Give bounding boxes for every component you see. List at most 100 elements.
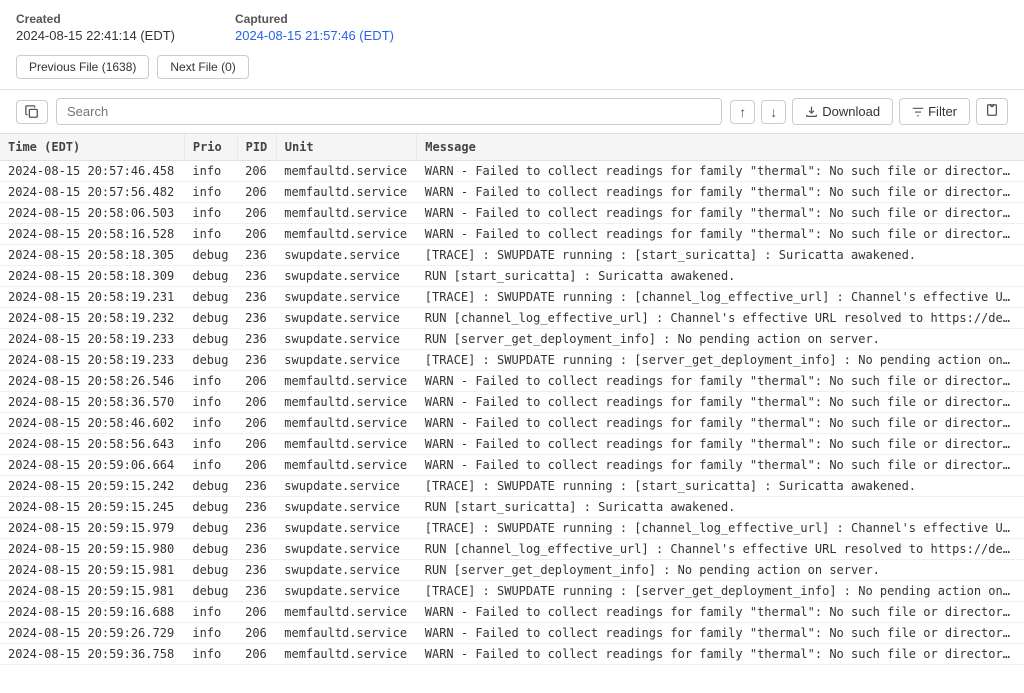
table-row: 2024-08-15 20:59:15.245 debug 236 swupda… — [0, 497, 1024, 518]
cell-pid: 236 — [237, 497, 276, 518]
table-row: 2024-08-15 20:58:06.503 info 206 memfaul… — [0, 203, 1024, 224]
cell-prio: info — [184, 371, 237, 392]
cell-unit: memfaultd.service — [276, 665, 417, 668]
captured-value[interactable]: 2024-08-15 21:57:46 (EDT) — [235, 28, 394, 43]
table-row: 2024-08-15 20:59:16.688 info 206 memfaul… — [0, 602, 1024, 623]
cell-unit: swupdate.service — [276, 581, 417, 602]
cell-pid: 206 — [237, 182, 276, 203]
table-row: 2024-08-15 20:59:15.979 debug 236 swupda… — [0, 518, 1024, 539]
cell-message: [TRACE] : SWUPDATE running : [channel_lo… — [417, 518, 1024, 539]
cell-prio: debug — [184, 560, 237, 581]
cell-pid: 236 — [237, 266, 276, 287]
cell-unit: swupdate.service — [276, 350, 417, 371]
cell-pid: 236 — [237, 329, 276, 350]
cell-time: 2024-08-15 20:59:26.729 — [0, 623, 184, 644]
scroll-up-button[interactable]: ↑ — [730, 100, 755, 124]
download-button[interactable]: Download — [792, 98, 893, 125]
cell-prio: debug — [184, 329, 237, 350]
cell-message: [TRACE] : SWUPDATE running : [channel_lo… — [417, 287, 1024, 308]
cell-unit: swupdate.service — [276, 476, 417, 497]
cell-prio: info — [184, 224, 237, 245]
cell-unit: memfaultd.service — [276, 413, 417, 434]
cell-unit: memfaultd.service — [276, 161, 417, 182]
cell-message: RUN [start_suricatta] : Suricatta awaken… — [417, 266, 1024, 287]
col-unit: Unit — [276, 134, 417, 161]
cell-unit: memfaultd.service — [276, 182, 417, 203]
cell-pid: 236 — [237, 245, 276, 266]
cell-prio: debug — [184, 245, 237, 266]
table-row: 2024-08-15 20:58:19.231 debug 236 swupda… — [0, 287, 1024, 308]
cell-prio: debug — [184, 518, 237, 539]
cell-pid: 206 — [237, 371, 276, 392]
cell-message: WARN - Failed to collect readings for fa… — [417, 413, 1024, 434]
cell-unit: memfaultd.service — [276, 392, 417, 413]
cell-pid: 206 — [237, 224, 276, 245]
cell-unit: swupdate.service — [276, 539, 417, 560]
log-table: Time (EDT) Prio PID Unit Message 2024-08… — [0, 134, 1024, 667]
cell-prio: info — [184, 161, 237, 182]
cell-pid: 206 — [237, 665, 276, 668]
clipboard-button[interactable] — [976, 98, 1008, 125]
table-row: 2024-08-15 20:58:18.309 debug 236 swupda… — [0, 266, 1024, 287]
cell-message: RUN [server_get_deployment_info] : No pe… — [417, 329, 1024, 350]
cell-pid: 206 — [237, 203, 276, 224]
cell-pid: 206 — [237, 623, 276, 644]
scroll-down-button[interactable]: ↓ — [761, 100, 786, 124]
table-row: 2024-08-15 20:58:56.643 info 206 memfaul… — [0, 434, 1024, 455]
cell-unit: memfaultd.service — [276, 455, 417, 476]
cell-message: WARN - Failed to collect readings for fa… — [417, 392, 1024, 413]
cell-time: 2024-08-15 20:59:15.981 — [0, 560, 184, 581]
table-row: 2024-08-15 20:59:26.729 info 206 memfaul… — [0, 623, 1024, 644]
table-row: 2024-08-15 20:58:26.546 info 206 memfaul… — [0, 371, 1024, 392]
cell-pid: 236 — [237, 308, 276, 329]
download-icon — [805, 105, 818, 118]
cell-pid: 206 — [237, 455, 276, 476]
captured-label: Captured — [235, 12, 394, 26]
search-input[interactable] — [56, 98, 722, 125]
table-header: Time (EDT) Prio PID Unit Message — [0, 134, 1024, 161]
log-table-body: 2024-08-15 20:57:46.458 info 206 memfaul… — [0, 161, 1024, 668]
cell-unit: memfaultd.service — [276, 623, 417, 644]
cell-pid: 236 — [237, 350, 276, 371]
cell-time: 2024-08-15 20:59:15.981 — [0, 581, 184, 602]
cell-message: WARN - Failed to collect readings for fa… — [417, 455, 1024, 476]
table-row: 2024-08-15 20:58:46.602 info 206 memfaul… — [0, 413, 1024, 434]
table-row: 2024-08-15 20:57:56.482 info 206 memfaul… — [0, 182, 1024, 203]
cell-time: 2024-08-15 20:58:56.643 — [0, 434, 184, 455]
cell-prio: info — [184, 644, 237, 665]
cell-time: 2024-08-15 20:59:15.980 — [0, 539, 184, 560]
cell-pid: 236 — [237, 539, 276, 560]
table-row: 2024-08-15 20:58:36.570 info 206 memfaul… — [0, 392, 1024, 413]
cell-unit: memfaultd.service — [276, 434, 417, 455]
cell-message: [TRACE] : SWUPDATE running : [server_get… — [417, 350, 1024, 371]
cell-pid: 206 — [237, 161, 276, 182]
cell-unit: memfaultd.service — [276, 644, 417, 665]
cell-unit: swupdate.service — [276, 266, 417, 287]
filter-button[interactable]: Filter — [899, 98, 970, 125]
table-row: 2024-08-15 20:58:16.528 info 206 memfaul… — [0, 224, 1024, 245]
cell-time: 2024-08-15 20:58:19.232 — [0, 308, 184, 329]
previous-file-button[interactable]: Previous File (1638) — [16, 55, 149, 79]
cell-message: RUN [start_suricatta] : Suricatta awaken… — [417, 497, 1024, 518]
table-row: 2024-08-15 20:59:15.980 debug 236 swupda… — [0, 539, 1024, 560]
cell-pid: 236 — [237, 287, 276, 308]
cell-prio: info — [184, 434, 237, 455]
cell-message: WARN - Failed to collect readings for fa… — [417, 623, 1024, 644]
next-file-button[interactable]: Next File (0) — [157, 55, 248, 79]
cell-unit: swupdate.service — [276, 245, 417, 266]
cell-pid: 206 — [237, 413, 276, 434]
header-meta: Created 2024-08-15 22:41:14 (EDT) Captur… — [16, 12, 1008, 43]
copy-button[interactable] — [16, 100, 48, 124]
cell-message: WARN - Failed to collect readings for fa… — [417, 665, 1024, 668]
table-wrapper: Time (EDT) Prio PID Unit Message 2024-08… — [0, 134, 1024, 667]
cell-unit: swupdate.service — [276, 518, 417, 539]
cell-message: WARN - Failed to collect readings for fa… — [417, 644, 1024, 665]
cell-pid: 206 — [237, 392, 276, 413]
cell-pid: 206 — [237, 644, 276, 665]
cell-unit: swupdate.service — [276, 497, 417, 518]
created-value: 2024-08-15 22:41:14 (EDT) — [16, 28, 175, 43]
cell-time: 2024-08-15 20:58:46.602 — [0, 413, 184, 434]
cell-time: 2024-08-15 20:58:19.233 — [0, 329, 184, 350]
cell-time: 2024-08-15 20:58:19.233 — [0, 350, 184, 371]
table-row: 2024-08-15 20:59:15.981 debug 236 swupda… — [0, 581, 1024, 602]
